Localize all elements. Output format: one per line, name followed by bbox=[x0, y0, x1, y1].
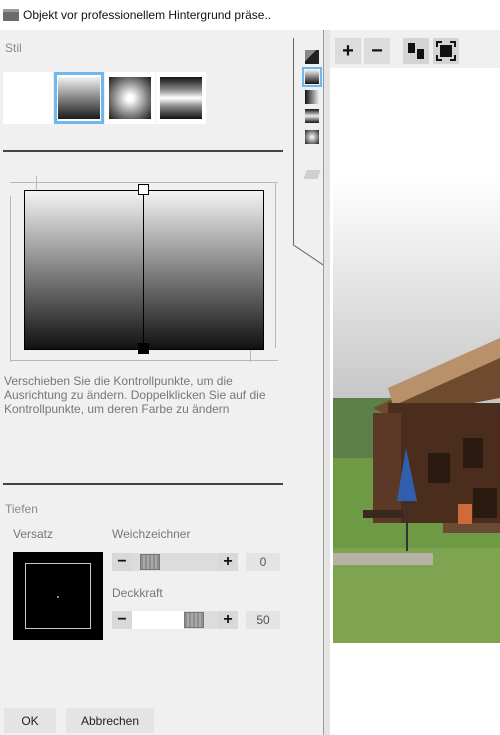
title-bar: Objekt vor professionellem Hintergrund p… bbox=[0, 0, 500, 30]
guide-line bbox=[36, 176, 37, 190]
tab-border bbox=[293, 38, 294, 244]
offset-preview[interactable] bbox=[13, 552, 103, 640]
zoom-out-button[interactable]: − bbox=[364, 38, 390, 64]
preview-panel: + − bbox=[330, 30, 500, 735]
gradient-band-icon[interactable] bbox=[305, 109, 319, 123]
photo-preview[interactable] bbox=[333, 68, 500, 643]
fit-window-button[interactable] bbox=[433, 38, 459, 64]
plain-swatch bbox=[7, 77, 49, 119]
actual-size-icon bbox=[408, 43, 424, 59]
blur-decrease-button[interactable]: − bbox=[112, 553, 132, 571]
opacity-increase-button[interactable]: + bbox=[218, 611, 238, 629]
gradient-horizontal-icon[interactable] bbox=[305, 90, 319, 104]
guide-line bbox=[10, 196, 11, 362]
opacity-label: Deckkraft bbox=[112, 586, 163, 600]
opacity-fill bbox=[132, 611, 184, 629]
style-option-linear[interactable] bbox=[54, 72, 104, 124]
style-option-band[interactable] bbox=[156, 72, 206, 124]
guide-line bbox=[10, 182, 278, 183]
panel-divider[interactable] bbox=[323, 30, 330, 735]
guide-line bbox=[275, 182, 276, 348]
blur-value[interactable]: 0 bbox=[246, 553, 280, 571]
alpine-hut-photo bbox=[333, 338, 500, 643]
gradient-direction-line bbox=[143, 189, 144, 351]
blur-slider: − + 0 bbox=[112, 553, 280, 571]
gradient-end-handle[interactable] bbox=[138, 343, 149, 354]
guide-line bbox=[10, 360, 278, 361]
divider bbox=[3, 150, 283, 152]
window-title: Objekt vor professionellem Hintergrund p… bbox=[23, 8, 272, 22]
style-label: Stil bbox=[5, 41, 22, 55]
opacity-slider: − + 50 bbox=[112, 611, 280, 629]
gradient-start-handle[interactable] bbox=[138, 184, 149, 195]
blur-label: Weichzeichner bbox=[112, 527, 191, 541]
actual-size-button[interactable] bbox=[403, 38, 429, 64]
blur-thumb[interactable] bbox=[140, 554, 160, 570]
app-icon bbox=[3, 9, 19, 21]
guide-line bbox=[250, 350, 251, 362]
opacity-decrease-button[interactable]: − bbox=[112, 611, 132, 629]
solid-fill-icon[interactable] bbox=[305, 50, 319, 64]
radial-gradient-swatch bbox=[109, 77, 151, 119]
opacity-thumb[interactable] bbox=[184, 612, 204, 628]
editor-hint: Verschieben Sie die Kontrollpunkte, um d… bbox=[4, 374, 266, 416]
offset-point[interactable] bbox=[57, 596, 59, 598]
gradient-radial-icon[interactable] bbox=[305, 130, 319, 144]
opacity-track[interactable] bbox=[132, 611, 218, 629]
style-option-plain[interactable] bbox=[3, 72, 53, 124]
zoom-in-button[interactable]: + bbox=[335, 38, 361, 64]
blur-track[interactable] bbox=[132, 553, 218, 571]
linear-gradient-swatch bbox=[58, 77, 100, 119]
gradient-tool-icon[interactable] bbox=[302, 67, 322, 87]
offset-label: Versatz bbox=[13, 527, 54, 541]
style-options bbox=[3, 72, 207, 124]
tool-strip bbox=[292, 30, 328, 735]
cancel-button[interactable]: Abbrechen bbox=[66, 708, 154, 733]
gradient-preview bbox=[24, 190, 264, 350]
ok-button[interactable]: OK bbox=[4, 708, 56, 733]
band-gradient-swatch bbox=[160, 77, 202, 119]
divider bbox=[3, 483, 283, 485]
style-option-radial[interactable] bbox=[105, 72, 155, 124]
blur-increase-button[interactable]: + bbox=[218, 553, 238, 571]
fit-window-icon bbox=[436, 41, 456, 61]
zoom-toolbar: + − bbox=[330, 30, 500, 68]
gradient-editor[interactable] bbox=[10, 176, 278, 362]
eraser-icon[interactable] bbox=[303, 170, 321, 179]
depth-label: Tiefen bbox=[5, 502, 38, 516]
opacity-value[interactable]: 50 bbox=[246, 611, 280, 629]
